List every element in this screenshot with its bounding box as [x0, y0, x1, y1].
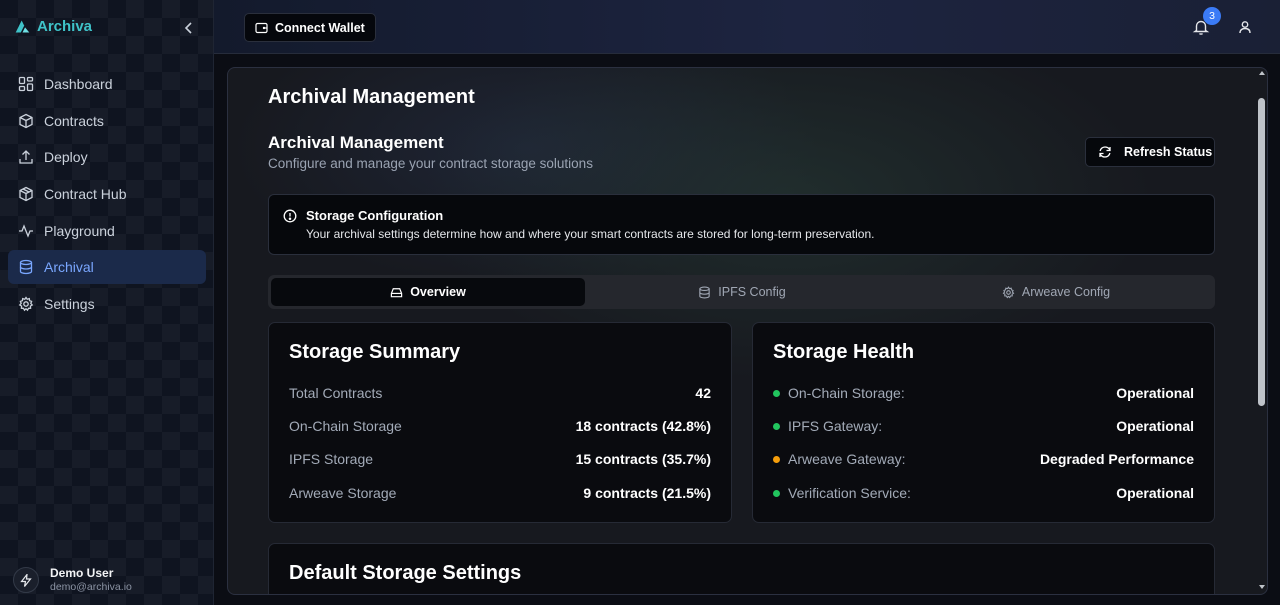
sidebar-item-playground[interactable]: Playground [8, 214, 206, 248]
sidebar-item-settings[interactable]: Settings [8, 287, 206, 321]
sidebar: Archiva Dashboard Contracts Deploy Contr… [0, 0, 214, 605]
connect-wallet-label: Connect Wallet [275, 20, 365, 35]
summary-label: Total Contracts [289, 385, 383, 401]
chevron-left-icon [184, 22, 192, 34]
health-status: Operational [1116, 385, 1194, 401]
user-name: Demo User [50, 566, 114, 580]
bolt-icon [20, 573, 32, 587]
main-panel: Archival Management Archival Management … [227, 67, 1268, 595]
brand-name: Archiva [37, 18, 93, 35]
status-dot [773, 455, 780, 463]
health-status: Operational [1116, 418, 1194, 434]
user-email: demo@archiva.io [50, 581, 132, 593]
health-status: Degraded Performance [1039, 451, 1194, 467]
sidebar-item-label: Dashboard [44, 76, 113, 92]
summary-row: On-Chain Storage 18 contracts (42.8%) [289, 416, 711, 436]
sidebar-item-label: Deploy [44, 149, 88, 166]
health-label: IPFS Gateway: [788, 418, 883, 434]
section-title: Archival Management [268, 133, 444, 152]
logo-icon [15, 20, 30, 33]
status-dot [773, 422, 780, 430]
refresh-status-label: Refresh Status [1124, 145, 1213, 159]
top-bar: Connect Wallet 3 [214, 0, 1280, 54]
refresh-status-button[interactable]: Refresh Status [1085, 137, 1215, 167]
tab-ipfs-config[interactable]: IPFS Config [585, 278, 899, 306]
wallet-icon [255, 22, 268, 33]
brand[interactable]: Archiva [14, 18, 92, 35]
tab-bar: Overview IPFS Config Arweave Config [268, 275, 1215, 309]
summary-value: 18 contracts (42.8%) [575, 418, 711, 434]
storage-config-alert: Storage Configuration Your archival sett… [268, 194, 1215, 255]
summary-label: Arweave Storage [289, 485, 397, 501]
summary-value: 9 contracts (21.5%) [583, 485, 711, 501]
health-row: IPFS Gateway: Operational [773, 416, 1194, 436]
sidebar-item-contract-hub[interactable]: Contract Hub [8, 177, 206, 211]
tab-label: Overview [410, 285, 466, 299]
scroll-thumb[interactable] [1258, 98, 1265, 406]
dashboard-icon [18, 76, 34, 92]
scroll-up-icon[interactable] [1258, 70, 1266, 76]
health-status: Operational [1116, 485, 1194, 501]
summary-value: 42 [695, 385, 711, 401]
sidebar-item-contracts[interactable]: Contracts [8, 104, 206, 138]
health-label: On-Chain Storage: [788, 385, 905, 401]
user-icon[interactable] [1237, 19, 1253, 35]
tab-overview[interactable]: Overview [271, 278, 585, 306]
sidebar-item-deploy[interactable]: Deploy [8, 140, 206, 174]
section-subtitle: Configure and manage your contract stora… [268, 156, 593, 171]
hard-drive-icon [390, 287, 403, 297]
health-row: On-Chain Storage: Operational [773, 383, 1194, 403]
default-storage-settings-card: Default Storage Settings [268, 543, 1215, 594]
tab-arweave-config[interactable]: Arweave Config [899, 278, 1213, 306]
card-title: Storage Summary [289, 341, 461, 363]
summary-label: IPFS Storage [289, 451, 374, 467]
status-dot [773, 389, 780, 397]
avatar [13, 567, 39, 593]
sidebar-item-archival[interactable]: Archival [8, 250, 206, 285]
sidebar-item-label: Contracts [44, 112, 104, 129]
info-icon [283, 209, 297, 223]
collapse-sidebar-button[interactable] [180, 18, 198, 38]
summary-value: 15 contracts (35.7%) [575, 451, 711, 467]
scroll-down-icon[interactable] [1258, 584, 1266, 590]
card-title: Storage Health [773, 341, 915, 363]
gear-icon [1002, 285, 1015, 298]
health-label: Arweave Gateway: [788, 451, 906, 467]
connect-wallet-button[interactable]: Connect Wallet [244, 13, 376, 42]
sidebar-nav: Dashboard Contracts Deploy Contract Hub … [8, 67, 206, 324]
refresh-icon [1099, 146, 1111, 158]
health-row: Arweave Gateway: Degraded Performance [773, 449, 1194, 469]
alert-title: Storage Configuration [306, 208, 444, 223]
status-dot [773, 489, 780, 497]
upload-icon [19, 150, 33, 165]
summary-row: Arweave Storage 9 contracts (21.5%) [289, 483, 711, 503]
summary-row: Total Contracts 42 [289, 383, 711, 403]
sidebar-item-label: Contract Hub [44, 186, 127, 203]
tab-label: Arweave Config [1021, 285, 1111, 299]
user-profile[interactable]: Demo User demo@archiva.io [13, 566, 132, 594]
sidebar-item-dashboard[interactable]: Dashboard [8, 67, 206, 101]
database-icon [19, 260, 33, 275]
activity-icon [19, 223, 33, 238]
storage-health-card: Storage Health On-Chain Storage: Operati… [752, 322, 1215, 523]
tab-label: IPFS Config [718, 285, 786, 299]
card-title: Default Storage Settings [289, 562, 522, 584]
database-icon [699, 286, 710, 298]
package-icon [19, 186, 33, 202]
notification-badge: 3 [1203, 7, 1221, 25]
summary-row: IPFS Storage 15 contracts (35.7%) [289, 449, 711, 469]
cube-icon [19, 113, 33, 128]
gear-icon [18, 296, 34, 312]
page-title: Archival Management [268, 86, 475, 108]
sidebar-item-label: Settings [44, 296, 95, 313]
health-row: Verification Service: Operational [773, 483, 1194, 503]
health-label: Verification Service: [788, 485, 911, 501]
alert-text: Your archival settings determine how and… [306, 227, 875, 241]
sidebar-item-label: Playground [44, 222, 115, 239]
sidebar-item-label: Archival [44, 259, 94, 276]
storage-summary-card: Storage Summary Total Contracts 42 On-Ch… [268, 322, 732, 523]
summary-label: On-Chain Storage [289, 418, 402, 434]
